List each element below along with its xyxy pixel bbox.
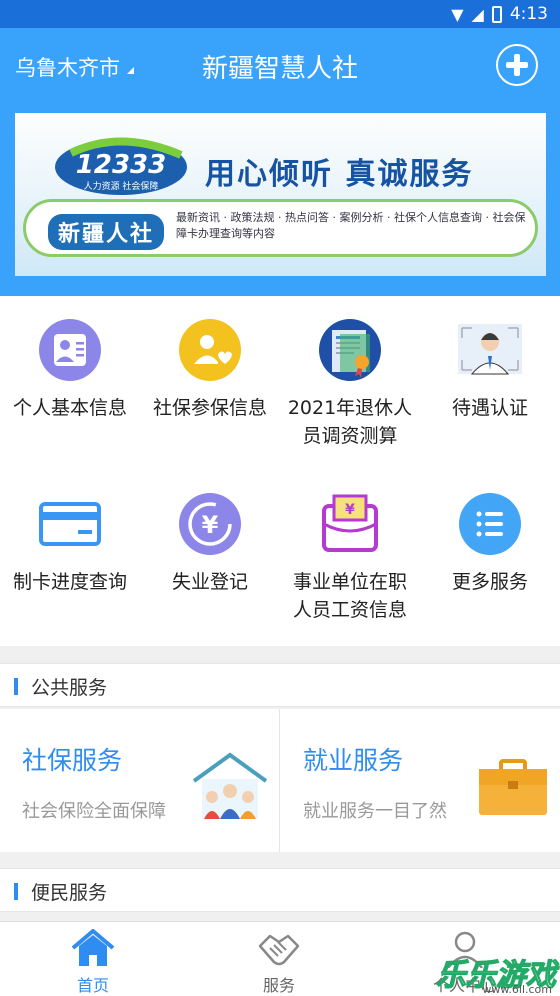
service-label: 制卡进度查询 (12, 571, 127, 593)
service-unemployment[interactable]: ¥ 失业登记 (140, 492, 280, 596)
service-label: 待遇认证 (451, 397, 528, 419)
handshake-icon (256, 928, 302, 968)
person-heart-icon (178, 318, 242, 382)
certificate-icon (318, 318, 382, 382)
svg-text:12333: 12333 (76, 150, 166, 180)
yuan-refresh-icon: ¥ (178, 492, 242, 556)
list-icon (458, 492, 522, 556)
tab-label: 首页 (76, 976, 109, 995)
service-grid: 个人基本信息 社保参保信息 2021年退休人员调资测算 待遇认证 制卡进度查询 … (0, 296, 560, 646)
face-photo-icon (458, 318, 522, 382)
service-social-insurance[interactable]: 社保参保信息 (140, 318, 280, 422)
section-marker (14, 678, 18, 695)
card-divider (279, 709, 280, 852)
person-card-icon (38, 318, 102, 382)
wifi-icon: ▼ (451, 4, 464, 24)
service-card-progress[interactable]: 制卡进度查询 (0, 492, 140, 596)
card-title: 就业服务 (303, 746, 404, 775)
page-title: 新疆智慧人社 (201, 54, 358, 84)
svg-text:¥: ¥ (345, 502, 355, 518)
card-social-insurance[interactable]: 社保服务 社会保险全面保障 (0, 709, 279, 852)
battery-icon (491, 5, 502, 23)
service-label: 事业单位在职人员工资信息 (292, 571, 407, 621)
service-label: 失业登记 (171, 571, 248, 593)
service-more[interactable]: 更多服务 (420, 492, 560, 596)
card-subtitle: 社会保险全面保障 (22, 801, 166, 822)
section-convenience-services: 便民服务 (0, 868, 560, 912)
tab-home[interactable]: 首页 (0, 922, 186, 996)
public-service-cards: 社保服务 社会保险全面保障 就业服务 就业服务一目了然 (0, 709, 560, 852)
banner-desc: 最新资讯 · 政策法规 · 热点问答 · 案例分析 · 社保个人信息查询 · 社… (176, 211, 526, 240)
section-marker (14, 883, 18, 900)
signal-icon: ◢ (471, 4, 484, 24)
service-label: 社保参保信息 (152, 397, 267, 419)
tab-label: 服务 (262, 976, 295, 995)
card-employment[interactable]: 就业服务 就业服务一目了然 (281, 709, 560, 852)
banner[interactable]: 12333 人力资源 社会保障 用心倾听 真诚服务 新疆人社 最新资讯 · 政策… (15, 113, 546, 276)
service-label: 更多服务 (451, 571, 528, 593)
watermark-url: www.6ll.com (482, 983, 552, 996)
banner-strip: 新疆人社 最新资讯 · 政策法规 · 热点问答 · 案例分析 · 社保个人信息查… (23, 199, 538, 257)
bottom-tab-bar: 首页 服务 个人中心 乐乐游戏 www.6ll.com (0, 921, 560, 996)
section-public-services: 公共服务 (0, 663, 560, 707)
briefcase-icon (479, 759, 547, 815)
tab-services[interactable]: 服务 (186, 922, 372, 996)
section-title: 公共服务 (31, 677, 108, 699)
service-salary-info[interactable]: ¥ 事业单位在职人员工资信息 (280, 492, 420, 624)
svg-text:¥: ¥ (202, 511, 219, 539)
12333-logo-icon: 12333 人力资源 社会保障 (55, 137, 187, 195)
header: 乌鲁木齐市 新疆智慧人社 12333 人力资源 社会保障 用心倾听 真诚服务 新… (0, 28, 560, 296)
family-house-icon (192, 752, 268, 819)
card-subtitle: 就业服务一目了然 (303, 801, 447, 822)
service-label: 2021年退休人员调资测算 (287, 397, 413, 447)
section-title: 便民服务 (31, 882, 108, 904)
service-benefit-auth[interactable]: 待遇认证 (420, 318, 560, 422)
salary-bag-icon: ¥ (318, 492, 382, 556)
svg-text:人力资源 社会保障: 人力资源 社会保障 (84, 180, 159, 192)
service-label: 个人基本信息 (12, 397, 127, 419)
card-title: 社保服务 (22, 746, 123, 775)
status-bar: ▼ ◢ 4:13 (0, 0, 560, 28)
banner-brand: 新疆人社 (48, 214, 165, 250)
service-retirement-calc[interactable]: 2021年退休人员调资测算 (280, 318, 420, 450)
card-icon (38, 492, 102, 556)
add-button[interactable] (496, 44, 538, 86)
home-icon (70, 928, 116, 968)
banner-slogan: 用心倾听 真诚服务 (205, 157, 474, 192)
status-time: 4:13 (509, 4, 548, 24)
service-personal-info[interactable]: 个人基本信息 (0, 318, 140, 422)
